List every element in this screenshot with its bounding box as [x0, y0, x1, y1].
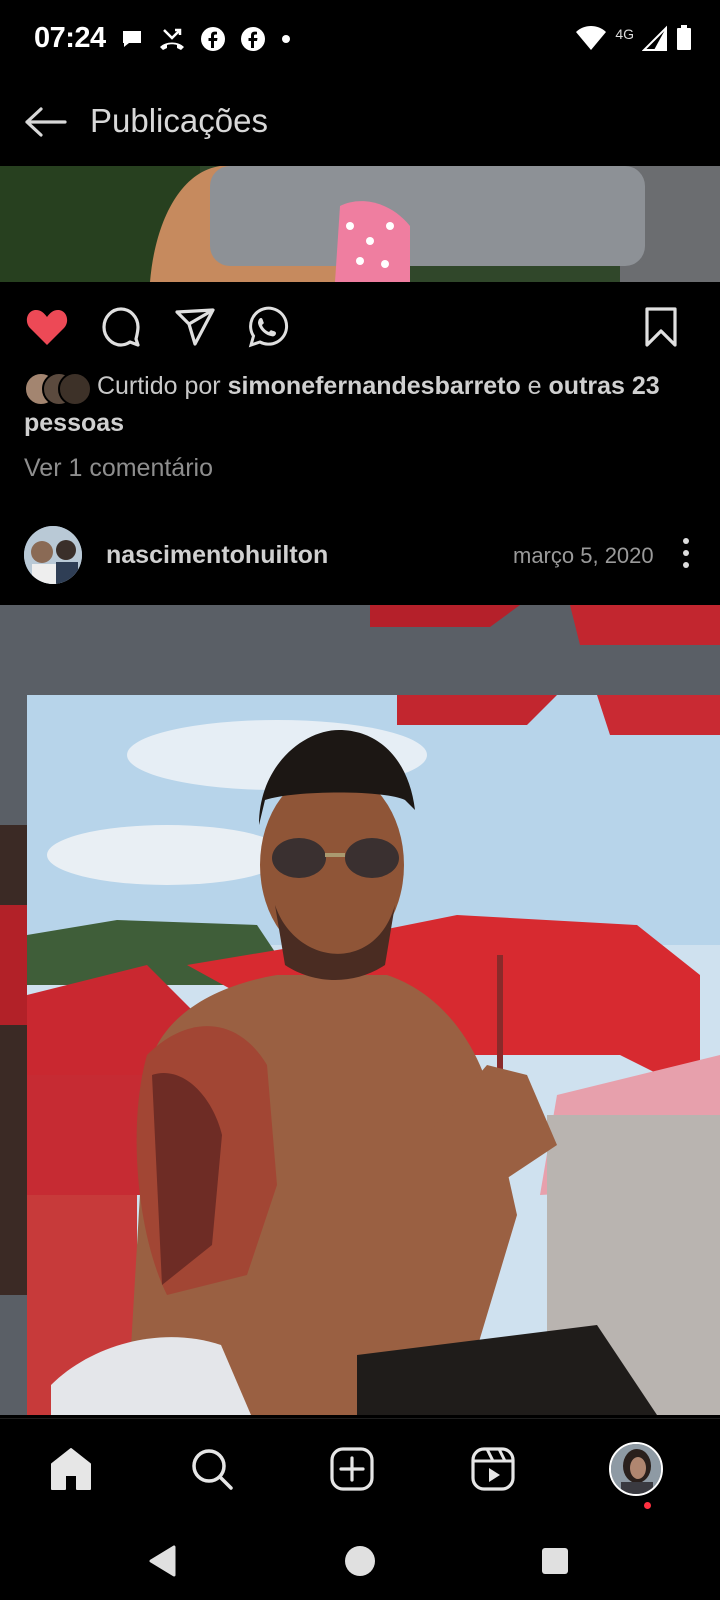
profile-photo: [611, 1444, 661, 1494]
wifi-icon: [576, 26, 607, 50]
heart-icon: [26, 310, 68, 345]
arrow-left-icon: [25, 107, 67, 137]
more-options-button[interactable]: [672, 531, 700, 575]
post-photo-2: [0, 605, 720, 1415]
dot-icon: [282, 35, 290, 43]
recents-square-icon: [542, 1548, 568, 1574]
bookmark-icon: [645, 307, 677, 347]
signal-icon: [642, 25, 667, 51]
facebook-icon: [201, 27, 225, 51]
home-circle-icon: [345, 1546, 375, 1576]
share-icon: [175, 308, 215, 346]
likes-summary[interactable]: Curtido por simonefernandesbarreto e out…: [24, 368, 704, 442]
post-photo-1: [0, 166, 720, 282]
add-icon: [330, 1447, 374, 1491]
more-vertical-icon: [683, 538, 689, 568]
reels-icon: [471, 1447, 515, 1491]
battery-icon: [677, 25, 691, 50]
share-button[interactable]: [170, 302, 220, 352]
missed-call-icon: [160, 28, 184, 50]
status-right: 4G: [575, 24, 692, 52]
facebook-icon: [241, 27, 265, 51]
liker-avatar: [58, 372, 92, 407]
post-date: março 5, 2020: [513, 543, 654, 568]
notification-icons: [120, 26, 292, 52]
system-navigation: [0, 1518, 720, 1600]
avatar[interactable]: [24, 526, 82, 584]
post-image[interactable]: [0, 605, 720, 1415]
likes-connector: e: [527, 372, 542, 400]
post-image[interactable]: [0, 166, 720, 282]
chat-bubble-icon: [123, 31, 141, 47]
system-recents-button[interactable]: [530, 1536, 580, 1586]
bookmark-button[interactable]: [636, 302, 686, 352]
whatsapp-icon: [248, 306, 289, 348]
back-triangle-icon: [149, 1545, 176, 1577]
view-comments-link[interactable]: Ver 1 comentário: [24, 454, 213, 483]
liker-avatars: [24, 372, 92, 407]
page-title: Publicações: [90, 102, 268, 139]
nav-reels[interactable]: [463, 1439, 523, 1499]
home-icon: [51, 1448, 91, 1490]
back-button[interactable]: [20, 100, 70, 144]
app-header: Publicações: [0, 84, 720, 164]
notification-dot: [644, 1502, 651, 1509]
nav-create[interactable]: [322, 1439, 382, 1499]
status-time: 07:24: [34, 22, 106, 54]
whatsapp-button[interactable]: [242, 302, 292, 352]
post-actions: [0, 302, 720, 362]
system-home-button[interactable]: [335, 1536, 385, 1586]
comment-icon: [102, 307, 140, 347]
comment-button[interactable]: [96, 302, 146, 352]
liker-username[interactable]: simonefernandesbarreto: [228, 372, 521, 400]
nav-search[interactable]: [182, 1439, 242, 1499]
status-bar: 07:24 4G: [0, 0, 720, 80]
nav-profile[interactable]: [606, 1439, 666, 1499]
search-icon: [192, 1449, 233, 1490]
bottom-navigation: [0, 1418, 720, 1519]
network-label: 4G: [615, 26, 634, 42]
avatar-photo: [24, 526, 82, 584]
system-back-button[interactable]: [138, 1536, 188, 1586]
profile-avatar: [609, 1442, 663, 1496]
post-header: nascimentohuilton março 5, 2020: [0, 523, 720, 593]
nav-home[interactable]: [41, 1439, 101, 1499]
like-button[interactable]: [22, 302, 72, 352]
likes-prefix: Curtido por: [96, 372, 221, 400]
post-username[interactable]: nascimentohuilton: [106, 541, 328, 570]
